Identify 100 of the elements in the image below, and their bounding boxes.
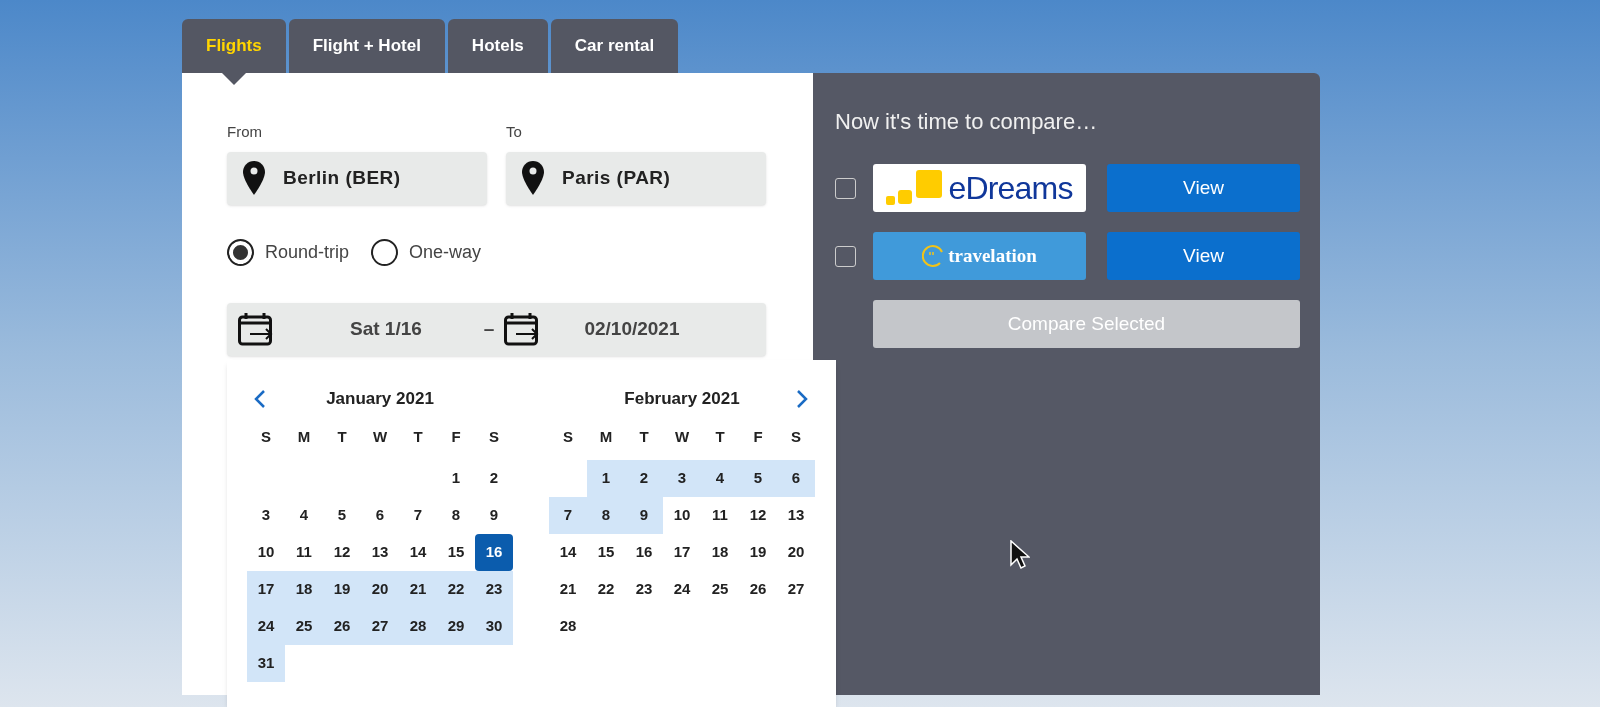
calendar-day[interactable]: 24 (247, 608, 285, 645)
calendar-day[interactable]: 21 (399, 571, 437, 608)
calendar-day[interactable]: 8 (437, 497, 475, 534)
calendar-day[interactable]: 9 (625, 497, 663, 534)
calendar-day[interactable]: 1 (587, 460, 625, 497)
calendar-day[interactable]: 13 (777, 497, 815, 534)
provider-name: eDreams (948, 172, 1073, 204)
calendar-icon (504, 312, 541, 346)
calendar-day[interactable]: 20 (777, 534, 815, 571)
calendar-day[interactable]: 29 (437, 608, 475, 645)
location-field[interactable]: Berlin (BER) (227, 151, 487, 205)
calendar-day[interactable]: 13 (361, 534, 399, 571)
field-label: To (506, 122, 523, 142)
chevron-left-icon[interactable] (253, 389, 267, 409)
date-separator: – (483, 316, 495, 341)
field-value: Berlin (BER) (283, 165, 401, 190)
calendar-day[interactable]: 7 (399, 497, 437, 534)
calendar-day[interactable]: 28 (549, 608, 587, 645)
weekday-header: S (790, 426, 802, 447)
location-field[interactable]: Paris (PAR) (506, 151, 766, 205)
calendar-day[interactable]: 2 (625, 460, 663, 497)
weekday-header: S (488, 426, 500, 447)
calendar-day[interactable]: 1 (437, 460, 475, 497)
calendar-day[interactable]: 5 (739, 460, 777, 497)
calendar-day[interactable]: 19 (739, 534, 777, 571)
calendar-day[interactable]: 15 (587, 534, 625, 571)
weekday-header: T (638, 426, 650, 447)
calendar-day[interactable]: 6 (361, 497, 399, 534)
calendar-day[interactable]: 14 (549, 534, 587, 571)
calendar-day[interactable]: 16 (475, 534, 513, 571)
checkbox[interactable] (835, 245, 856, 267)
weekday-header: S (562, 426, 574, 447)
checkbox[interactable] (835, 177, 856, 199)
calendar-day[interactable]: 2 (475, 460, 513, 497)
tab[interactable]: Flight + Hotel (288, 19, 445, 73)
location-pin-icon (243, 161, 265, 195)
calendar-day[interactable]: 26 (323, 608, 361, 645)
weekday-header: T (714, 426, 726, 447)
calendar-day[interactable]: 10 (663, 497, 701, 534)
calendar-day[interactable]: 15 (437, 534, 475, 571)
calendar-day[interactable]: 18 (285, 571, 323, 608)
calendar-day[interactable]: 11 (285, 534, 323, 571)
return-date: 02/10/2021 (584, 316, 680, 341)
calendar-day[interactable]: 9 (475, 497, 513, 534)
calendar-day[interactable]: 27 (777, 571, 815, 608)
compare-title: Now it's time to compare… (835, 108, 1099, 136)
calendar-day[interactable]: 25 (701, 571, 739, 608)
date-field[interactable]: Sat 1/16 – 02/10/2021 (227, 302, 766, 356)
view-button[interactable]: View (1107, 164, 1300, 212)
depart-date: Sat 1/16 (350, 316, 422, 341)
calendar-day[interactable]: 26 (739, 571, 777, 608)
weekday-header: F (752, 426, 764, 447)
calendar-day[interactable]: 21 (549, 571, 587, 608)
calendar-day[interactable]: 3 (663, 460, 701, 497)
radio-label: One-way (409, 240, 482, 264)
calendar-day[interactable]: 17 (247, 571, 285, 608)
calendar-day[interactable]: 14 (399, 534, 437, 571)
weekday-header: W (673, 426, 691, 447)
calendar-day[interactable]: 31 (247, 645, 285, 682)
calendar-day[interactable]: 25 (285, 608, 323, 645)
calendar-day[interactable]: 7 (549, 497, 587, 534)
calendar-day[interactable]: 27 (361, 608, 399, 645)
calendar-day[interactable]: 18 (701, 534, 739, 571)
calendar-day[interactable]: 6 (777, 460, 815, 497)
calendar-day[interactable]: 17 (663, 534, 701, 571)
calendar-day[interactable]: 12 (323, 534, 361, 571)
weekday-header: W (371, 426, 389, 447)
radio-button[interactable] (227, 238, 254, 266)
field-label: From (227, 122, 263, 142)
calendar-day[interactable]: 11 (701, 497, 739, 534)
weekday-header: M (598, 426, 614, 447)
calendar-day[interactable]: 24 (663, 571, 701, 608)
calendar-day[interactable]: 19 (323, 571, 361, 608)
weekday-header: F (450, 426, 462, 447)
tab[interactable]: Car rental (550, 19, 679, 73)
view-button[interactable]: View (1107, 232, 1300, 280)
squares-icon (886, 170, 943, 206)
mouse-pointer-icon (1010, 540, 1030, 570)
calendar-day[interactable]: 10 (247, 534, 285, 571)
calendar-day[interactable]: 23 (625, 571, 663, 608)
calendar-day[interactable]: 8 (587, 497, 625, 534)
chevron-right-icon[interactable] (795, 389, 809, 409)
calendar-icon (238, 312, 274, 346)
location-pin-icon (522, 161, 544, 195)
calendar-day[interactable]: 28 (399, 608, 437, 645)
calendar-day[interactable]: 12 (739, 497, 777, 534)
calendar-day[interactable]: 16 (625, 534, 663, 571)
calendar-day[interactable]: 5 (323, 497, 361, 534)
calendar-day[interactable]: 30 (475, 608, 513, 645)
calendar-day[interactable]: 4 (701, 460, 739, 497)
calendar-day[interactable]: 23 (475, 571, 513, 608)
month-title: February 2021 (624, 388, 740, 411)
calendar-day[interactable]: 22 (437, 571, 475, 608)
calendar-day[interactable]: 20 (361, 571, 399, 608)
field-value: Paris (PAR) (562, 165, 671, 190)
calendar-day[interactable]: 4 (285, 497, 323, 534)
calendar-day[interactable]: 3 (247, 497, 285, 534)
calendar-day[interactable]: 22 (587, 571, 625, 608)
radio-button[interactable] (371, 238, 399, 266)
tab[interactable]: Hotels (447, 19, 548, 73)
